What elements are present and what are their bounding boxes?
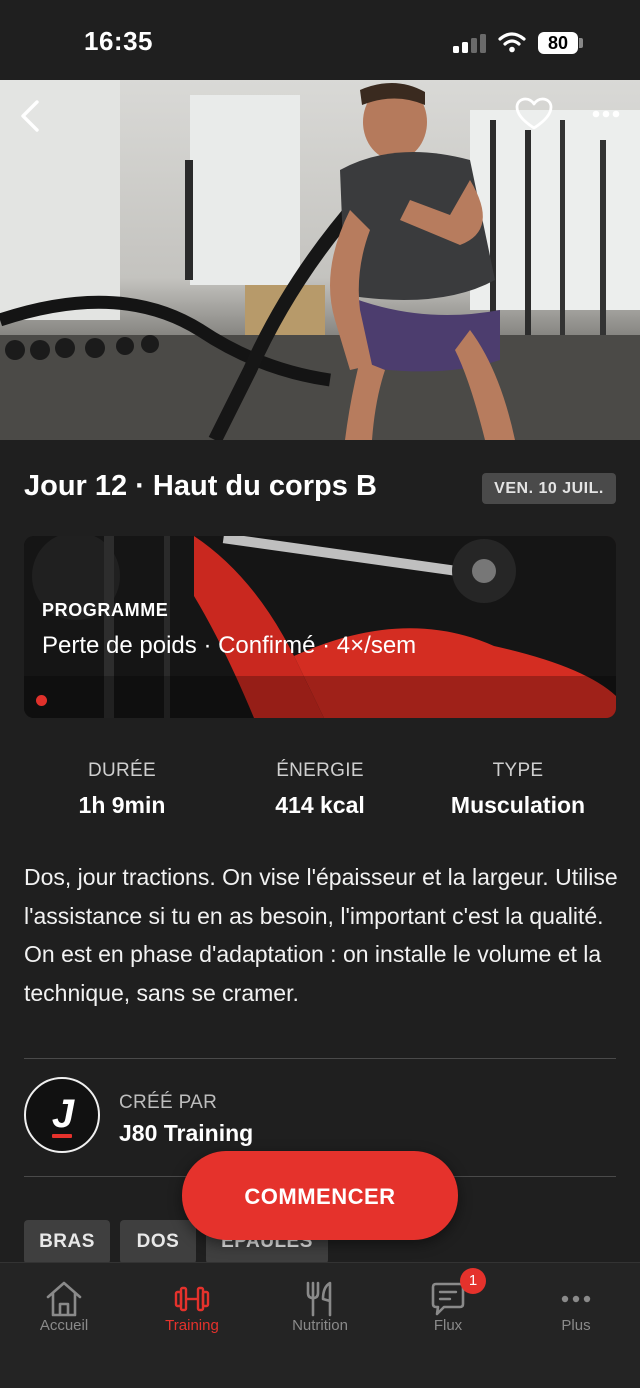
- program-card-photo: [24, 536, 616, 718]
- program-card[interactable]: PROGRAMME Perte de poids · Confirmé · 4×…: [24, 536, 616, 718]
- notification-badge: 1: [460, 1268, 486, 1294]
- program-label: PROGRAMME: [42, 600, 169, 620]
- divider: [24, 1058, 616, 1059]
- tab-accueil[interactable]: Accueil: [0, 1263, 128, 1353]
- date-badge: VEN. 10 JUIL.: [482, 473, 616, 504]
- stat-value: Musculation: [450, 792, 586, 818]
- program-description: Perte de poids · Confirmé · 4×/sem: [42, 632, 417, 659]
- tab-label: Accueil: [39, 1317, 89, 1334]
- svg-text:J: J: [52, 1092, 75, 1136]
- creator-avatar[interactable]: J: [24, 1077, 100, 1153]
- wifi-icon: [498, 32, 526, 53]
- dumbbell-icon: [174, 1286, 210, 1312]
- stat-label: ÉNERGIE: [276, 760, 364, 781]
- start-workout-button[interactable]: COMMENCER: [182, 1151, 458, 1240]
- tab-label: Flux: [433, 1317, 463, 1334]
- favorite-button[interactable]: [512, 94, 556, 134]
- program-carousel-dot: [36, 695, 47, 706]
- battery-tip: [579, 38, 583, 48]
- tab-nutrition[interactable]: Nutrition: [256, 1263, 384, 1353]
- stat-label: DURÉE: [87, 760, 156, 781]
- tag-bras[interactable]: BRAS: [24, 1220, 110, 1264]
- status-bar: 16:35 80: [0, 0, 640, 80]
- stat-value: 414 kcal: [275, 792, 365, 818]
- gym-photo: [0, 80, 640, 440]
- bottom-tab-bar: Accueil Training Nutrition Flux Plus: [0, 1262, 640, 1388]
- stat-value: 1h 9min: [78, 792, 166, 818]
- cellular-signal-icon: [453, 34, 486, 53]
- workout-title: Jour 12 · Haut du corps B: [24, 470, 377, 502]
- heart-icon: [515, 97, 553, 130]
- creator-label: CRÉÉ PAR: [119, 1092, 218, 1113]
- tab-plus[interactable]: Plus: [512, 1263, 640, 1353]
- creator-name[interactable]: J80 Training: [119, 1120, 253, 1147]
- hero-image: [0, 80, 640, 440]
- tab-training[interactable]: Training: [128, 1263, 256, 1353]
- tab-flux[interactable]: Flux: [384, 1263, 512, 1353]
- status-time: 16:35: [84, 26, 153, 56]
- back-button[interactable]: [10, 96, 50, 136]
- home-icon: [46, 1281, 82, 1317]
- tab-label: Plus: [561, 1317, 591, 1334]
- more-icon: [561, 1295, 591, 1303]
- tab-label: Training: [165, 1317, 219, 1334]
- fork-knife-icon: [306, 1281, 332, 1317]
- stat-label: TYPE: [492, 760, 544, 781]
- stat-duration: DURÉE 1h 9min: [24, 760, 220, 819]
- tab-label: Nutrition: [292, 1317, 348, 1334]
- stat-type: TYPE Musculation: [420, 760, 616, 819]
- stat-energy: ÉNERGIE 414 kcal: [222, 760, 418, 819]
- more-options-button[interactable]: [584, 96, 628, 132]
- ellipsis-icon: [592, 110, 620, 118]
- battery-indicator: 80: [538, 32, 578, 54]
- chevron-left-icon: [21, 100, 39, 132]
- workout-description: Dos, jour tractions. On vise l'épaisseur…: [24, 864, 618, 1006]
- tag-dos[interactable]: DOS: [120, 1220, 196, 1264]
- j80-logo-icon: J: [52, 1092, 75, 1138]
